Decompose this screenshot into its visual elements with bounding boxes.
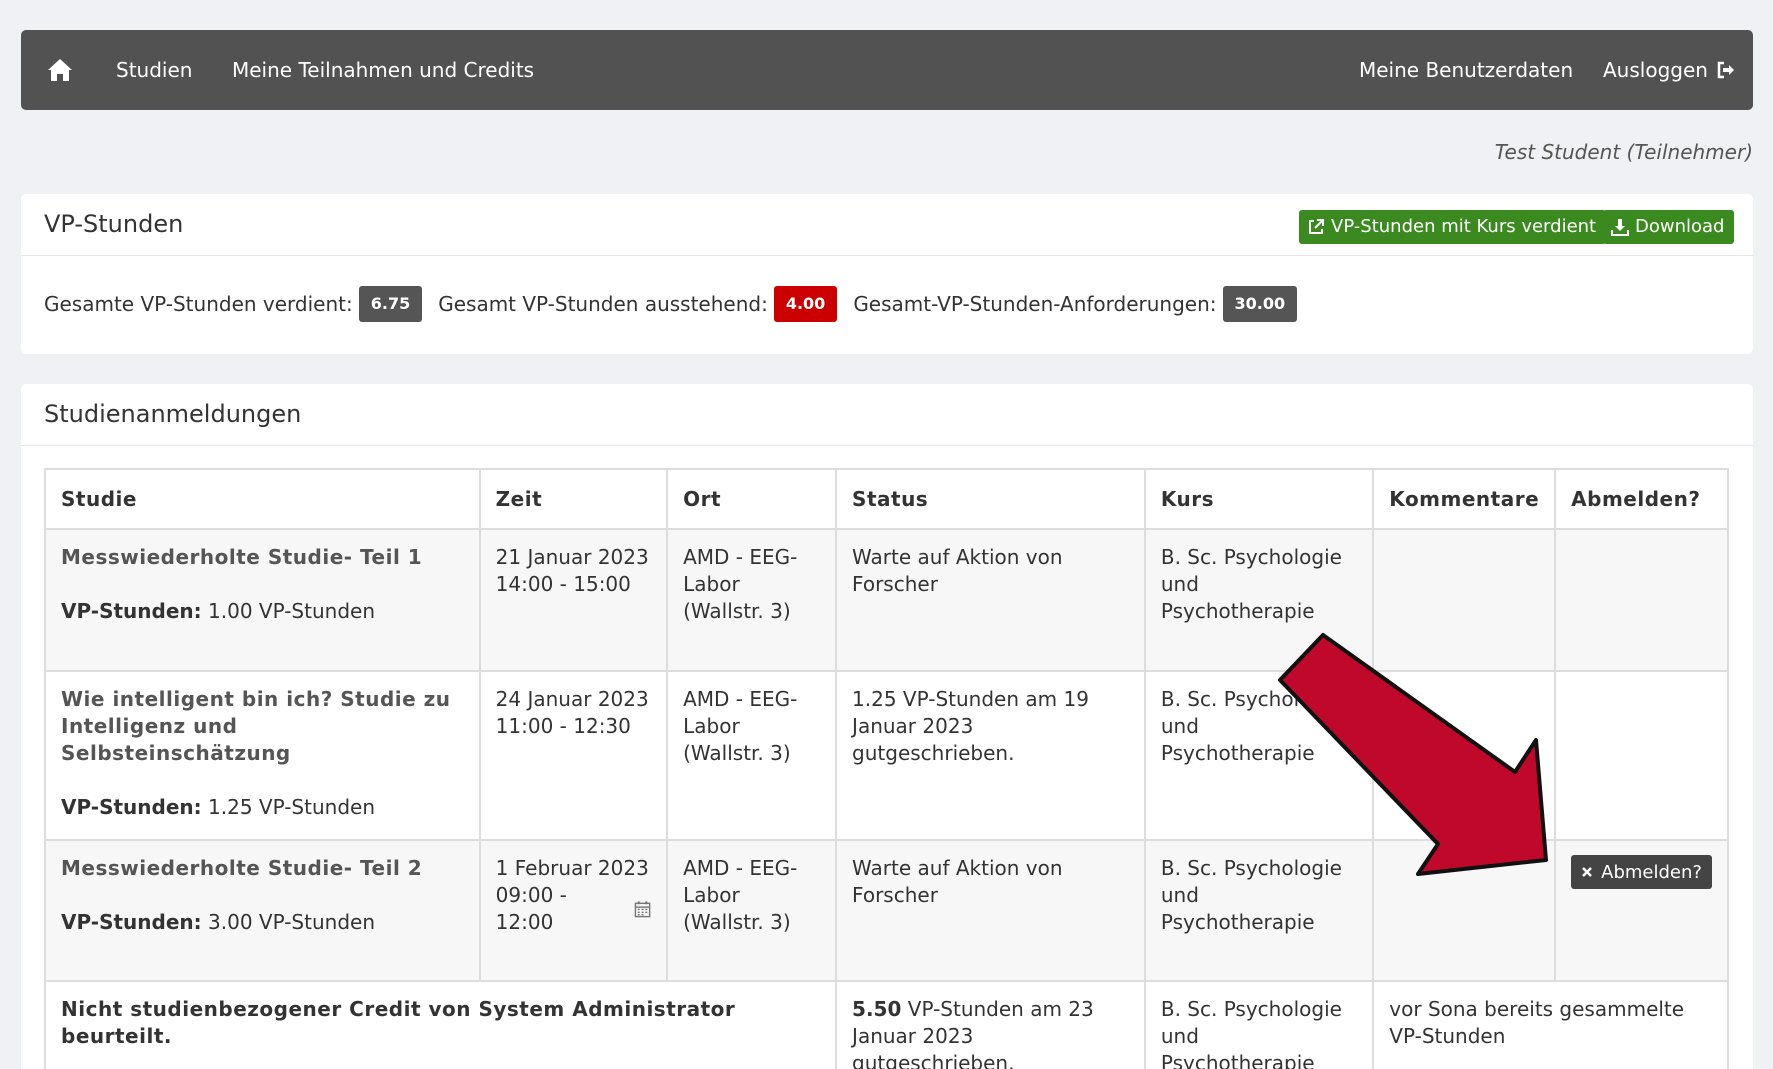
study-cell: Messwiederholte Studie- Teil 1 VP-Stunde…	[44, 528, 481, 672]
vp-label: VP-Stunden:	[61, 795, 202, 819]
vp-line: VP-Stunden: 3.00 VP-Stunden	[61, 909, 464, 936]
home-icon[interactable]	[46, 56, 74, 84]
comment-cell	[1372, 670, 1557, 841]
credit-course: B. Sc. Psychologie und Psychotherapie	[1143, 980, 1375, 1069]
signup-panel-header: Studienanmeldungen	[21, 384, 1753, 446]
date: 24 Januar 2023	[495, 687, 649, 711]
vp-line: VP-Stunden: 1.25 VP-Stunden	[61, 794, 464, 821]
download-button[interactable]: Download	[1603, 210, 1735, 244]
calendar-icon[interactable]	[634, 900, 651, 918]
time: 11:00 - 12:30	[495, 714, 631, 738]
signup-table: Studie Zeit Ort Status Kurs Kommentare A…	[43, 468, 1729, 1069]
time-cell: 24 Januar 2023 11:00 - 12:30	[478, 670, 669, 841]
col-kommentare[interactable]: Kommentare	[1372, 468, 1557, 530]
studienanmeldungen-panel: Studienanmeldungen Studie Zeit Ort Statu…	[21, 384, 1753, 1069]
vp-kurs-label: VP-Stunden mit Kurs verdient	[1331, 216, 1597, 237]
table-row: Messwiederholte Studie- Teil 1 VP-Stunde…	[44, 528, 1729, 672]
earned-label: Gesamte VP-Stunden verdient:	[44, 292, 353, 316]
study-name[interactable]: Wie intelligent bin ich? Studie zu Intel…	[61, 686, 464, 767]
vp-value: 3.00 VP-Stunden	[208, 910, 375, 934]
download-icon	[1611, 219, 1629, 236]
time-cell: 21 Januar 2023 14:00 - 15:00	[478, 528, 669, 672]
top-navbar: Studien Meine Teilnahmen und Credits Mei…	[21, 30, 1753, 110]
download-label: Download	[1635, 216, 1725, 237]
credit-amount: 5.50	[852, 997, 902, 1021]
required-badge: 30.00	[1222, 286, 1298, 322]
nav-benutzerdaten[interactable]: Meine Benutzerdaten	[1359, 30, 1573, 110]
credit-row: Nicht studienbezogener Credit von System…	[43, 980, 1729, 1069]
table-row: Messwiederholte Studie- Teil 2 VP-Stunde…	[44, 839, 1729, 982]
status-cell: Warte auf Aktion von Forscher	[835, 528, 1146, 672]
table-header-row: Studie Zeit Ort Status Kurs Kommentare A…	[44, 468, 1729, 530]
col-status[interactable]: Status	[835, 468, 1146, 530]
vp-totals: Gesamte VP-Stunden verdient: 6.75 Gesamt…	[44, 286, 1313, 322]
vp-value: 1.25 VP-Stunden	[208, 795, 375, 819]
status-cell: 1.25 VP-Stunden am 19 Januar 2023 gutges…	[835, 670, 1146, 841]
vp-stunden-panel: VP-Stunden VP-Stunden mit Kurs verdient …	[21, 194, 1753, 354]
course-cell: B. Sc. Psychologie und Psychotherapie	[1143, 839, 1375, 982]
date: 21 Januar 2023	[495, 545, 649, 569]
current-user: Test Student (Teilnehmer)	[1494, 140, 1753, 164]
vp-value: 1.00 VP-Stunden	[208, 599, 375, 623]
col-zeit[interactable]: Zeit	[478, 468, 669, 530]
time: 14:00 - 15:00	[495, 572, 631, 596]
vp-label: VP-Stunden:	[61, 599, 202, 623]
study-cell: Wie intelligent bin ich? Studie zu Intel…	[44, 670, 481, 841]
place-cell: AMD - EEG-Labor (Wallstr. 3)	[666, 839, 838, 982]
vp-label: VP-Stunden:	[61, 910, 202, 934]
course-cell: B. Sc. Psychologie und Psychotherapie	[1143, 528, 1375, 672]
earned-badge: 6.75	[358, 286, 423, 322]
study-cell: Messwiederholte Studie- Teil 2 VP-Stunde…	[44, 839, 481, 982]
comment-cell	[1372, 839, 1557, 982]
col-abmelden: Abmelden?	[1554, 468, 1729, 530]
comment-cell	[1372, 528, 1557, 672]
cancel-cell	[1554, 670, 1729, 841]
date: 1 Februar 2023	[495, 856, 649, 880]
abmelden-button[interactable]: Abmelden?	[1571, 855, 1712, 889]
vp-kurs-button[interactable]: VP-Stunden mit Kurs verdient	[1299, 210, 1607, 244]
course-cell: B. Sc. Psychologie und Psychotherapie	[1143, 670, 1375, 841]
credit-text: Nicht studienbezogener Credit von System…	[43, 980, 838, 1069]
close-icon	[1582, 867, 1593, 877]
pending-label: Gesamt VP-Stunden ausstehend:	[438, 292, 768, 316]
time: 09:00 - 12:00	[495, 883, 567, 934]
vp-panel-title: VP-Stunden	[44, 210, 184, 238]
required-label: Gesamt-VP-Stunden-Anforderungen:	[853, 292, 1217, 316]
place-cell: AMD - EEG-Labor (Wallstr. 3)	[666, 670, 838, 841]
cancel-cell: Abmelden?	[1554, 839, 1729, 982]
credit-status: 5.50 VP-Stunden am 23 Januar 2023 gutges…	[835, 980, 1146, 1069]
credit-comment: vor Sona bereits gesammelte VP-Stunden	[1372, 980, 1729, 1069]
nav-ausloggen-label: Ausloggen	[1603, 58, 1708, 82]
vp-panel-header: VP-Stunden VP-Stunden mit Kurs verdient …	[21, 194, 1753, 256]
logout-icon	[1717, 61, 1734, 79]
time-cell: 1 Februar 2023 09:00 - 12:00	[478, 839, 669, 982]
col-kurs[interactable]: Kurs	[1143, 468, 1375, 530]
col-studie[interactable]: Studie	[44, 468, 481, 530]
abmelden-label: Abmelden?	[1601, 861, 1702, 883]
signup-panel-title: Studienanmeldungen	[44, 400, 302, 428]
col-ort[interactable]: Ort	[666, 468, 838, 530]
cancel-cell	[1554, 528, 1729, 672]
nav-teilnahmen[interactable]: Meine Teilnahmen und Credits	[232, 30, 534, 110]
study-name[interactable]: Messwiederholte Studie- Teil 2	[61, 855, 464, 882]
vp-line: VP-Stunden: 1.00 VP-Stunden	[61, 598, 464, 625]
nav-studien[interactable]: Studien	[116, 30, 192, 110]
external-link-icon	[1309, 219, 1324, 234]
study-name[interactable]: Messwiederholte Studie- Teil 1	[61, 544, 464, 571]
table-row: Wie intelligent bin ich? Studie zu Intel…	[44, 670, 1729, 841]
place-cell: AMD - EEG-Labor (Wallstr. 3)	[666, 528, 838, 672]
nav-ausloggen[interactable]: Ausloggen	[1603, 30, 1736, 110]
time-line: 09:00 - 12:00	[496, 882, 651, 936]
status-cell: Warte auf Aktion von Forscher	[835, 839, 1146, 982]
pending-badge: 4.00	[773, 286, 838, 322]
